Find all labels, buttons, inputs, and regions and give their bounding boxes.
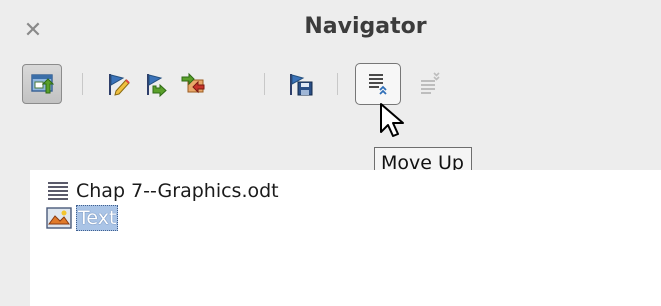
content-view-icon — [31, 74, 54, 94]
toolbar-separator — [82, 73, 83, 95]
toolbar-separator — [337, 73, 338, 95]
document-icon — [46, 178, 76, 204]
promote-chapter-button[interactable] — [99, 64, 137, 104]
text-object-icon — [46, 205, 76, 231]
move-up-icon — [369, 74, 387, 95]
move-down-icon — [421, 72, 440, 94]
insert-button[interactable] — [175, 64, 213, 104]
toolbar-separator — [264, 73, 265, 95]
content-view-toggle-button[interactable] — [22, 64, 62, 104]
tree-item-label: Text — [76, 205, 119, 231]
insert-arrows-icon — [181, 72, 205, 94]
mouse-pointer-icon — [380, 103, 404, 137]
move-down-button[interactable] — [411, 64, 449, 104]
tree-item-label: Chap 7--Graphics.odt — [76, 180, 279, 202]
tree-item-document[interactable]: Chap 7--Graphics.odt — [46, 178, 279, 204]
navigator-panel: ✕ Navigator Move Up Chap 7--Graphics.odt… — [0, 0, 661, 306]
save-flag-icon — [290, 74, 313, 96]
demote-chapter-button[interactable] — [137, 64, 175, 104]
save-contents-button[interactable] — [282, 64, 320, 104]
flag-arrow-icon — [147, 74, 167, 97]
move-up-button[interactable] — [355, 63, 401, 105]
navigator-title: Navigator — [304, 14, 427, 39]
navigator-tree[interactable]: Chap 7--Graphics.odt Text — [30, 170, 661, 306]
flag-pencil-icon — [109, 74, 130, 96]
tree-item-text[interactable]: Text — [46, 205, 119, 231]
